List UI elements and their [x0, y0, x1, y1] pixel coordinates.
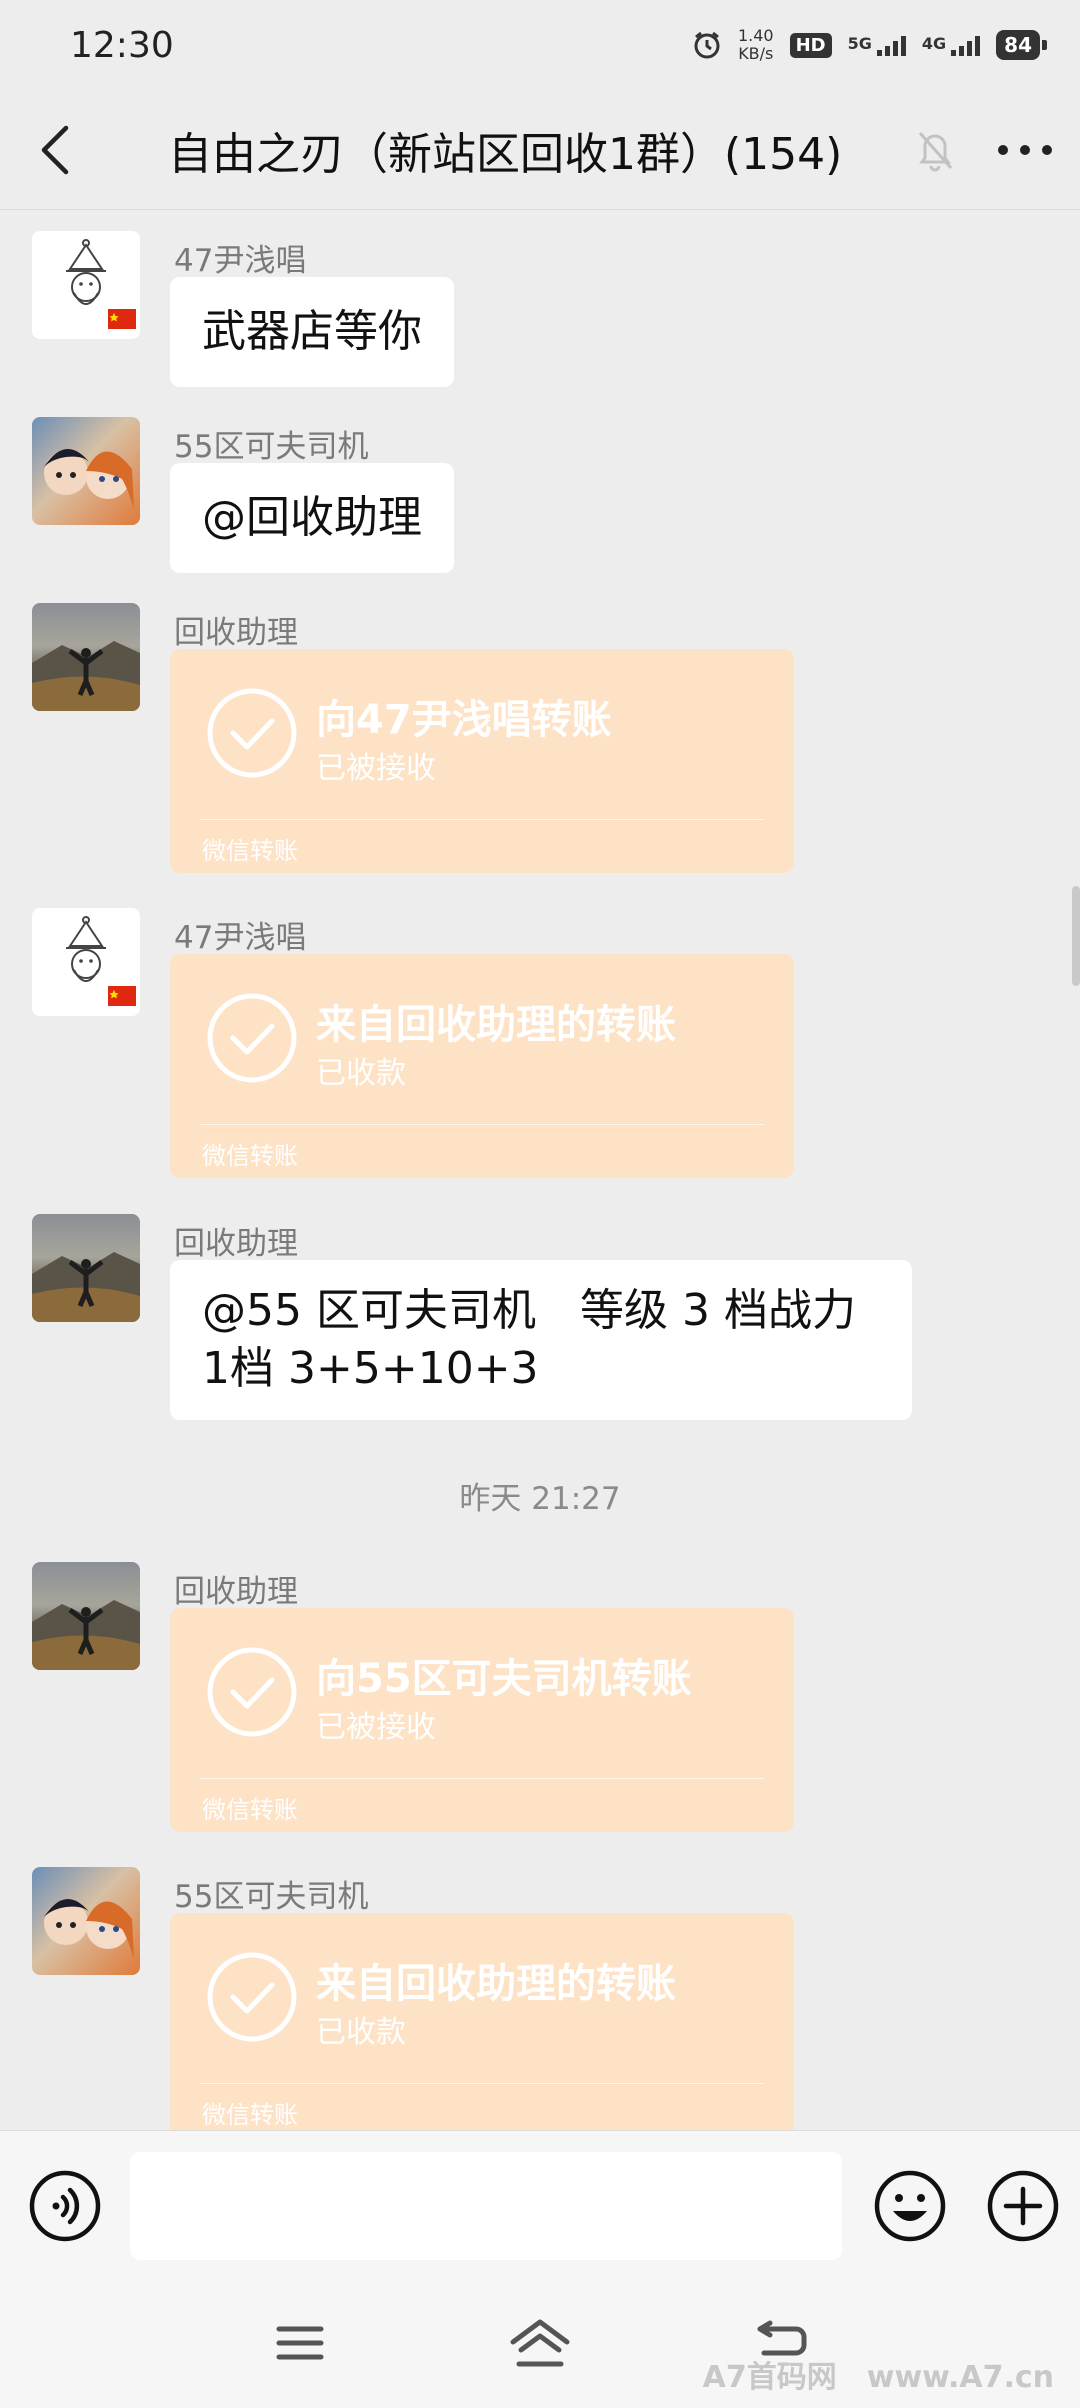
message-item: 47尹浅唱 来自回收助理的转账 已收款 微信转账 [0, 908, 1080, 1198]
text-bubble[interactable]: @55 区可夫司机 等级 3 档战力 1档 3+5+10+3 [170, 1260, 912, 1420]
message-text: @回收助理 [202, 492, 422, 543]
sender-name: 回收助理 [174, 1226, 298, 1262]
hd-badge: HD [789, 32, 832, 58]
transfer-status: 已收款 [316, 2015, 406, 2050]
system-nav-bar: A7首码网 www.A7.cn [0, 2280, 1080, 2408]
transfer-card[interactable]: 来自回收助理的转账 已收款 微信转账 [170, 954, 794, 1178]
emoji-icon [874, 2170, 946, 2241]
net-speed: 1.40 KB/s [737, 26, 774, 63]
mountain-person-avatar-icon [32, 1252, 140, 1322]
message-item: 55区可夫司机 @回收助理 [0, 417, 1080, 587]
status-bar: 12:30 1.40 KB/s HD 5G 4G 84 [0, 0, 1080, 90]
transfer-status: 已被接收 [316, 1710, 436, 1745]
transfer-status: 已被接收 [316, 751, 436, 786]
sender-name: 47尹浅唱 [174, 243, 307, 279]
sender-name: 55区可夫司机 [174, 429, 369, 465]
anime-avatar-icon [44, 1898, 134, 1959]
sender-name: 回收助理 [174, 615, 298, 651]
home-icon [510, 2319, 570, 2367]
text-bubble[interactable]: @回收助理 [170, 463, 454, 573]
divider [200, 2083, 764, 2084]
avatar[interactable] [32, 1214, 140, 1322]
status-time: 12:30 [70, 24, 174, 66]
transfer-card[interactable]: 来自回收助理的转账 已收款 微信转账 [170, 1913, 794, 2131]
more-dots-icon [998, 144, 1052, 155]
avatar[interactable] [32, 908, 140, 1016]
transfer-footer: 微信转账 [202, 1796, 298, 1824]
message-item: 回收助理 向55区可夫司机转账 已被接收 微信转账 [0, 1562, 1080, 1852]
anime-avatar-icon [44, 448, 134, 509]
alarm-icon [692, 30, 722, 60]
transfer-title: 来自回收助理的转账 [316, 1961, 676, 2007]
avatar[interactable] [32, 231, 140, 339]
check-circle-icon [207, 993, 297, 1083]
divider [200, 819, 764, 820]
sender-name: 47尹浅唱 [174, 920, 307, 956]
check-circle-icon [207, 688, 297, 778]
transfer-card[interactable]: 向47尹浅唱转账 已被接收 微信转账 [170, 649, 794, 873]
signal-4g-icon: 4G [922, 34, 981, 56]
voice-button[interactable] [0, 2169, 130, 2243]
transfer-footer: 微信转账 [202, 2101, 298, 2129]
text-bubble[interactable]: 武器店等你 [170, 277, 454, 387]
signal-5g-icon: 5G [848, 34, 906, 56]
menu-icon [276, 2326, 324, 2360]
transfer-footer: 微信转账 [202, 837, 298, 865]
battery-icon: 84 [996, 30, 1047, 60]
message-text: 武器店等你 [202, 306, 422, 357]
message-item: 55区可夫司机 来自回收助理的转账 已收款 微信转账 [0, 1867, 1080, 2131]
message-timestamp: 昨天 21:27 [459, 1481, 621, 1517]
more-button[interactable] [970, 144, 1080, 156]
transfer-status: 已收款 [316, 1056, 406, 1091]
watermark-text: A7首码网 www.A7.cn [702, 2360, 1054, 2395]
mountain-person-avatar-icon [32, 1600, 140, 1670]
back-arrow-icon [41, 125, 69, 174]
sender-name: 55区可夫司机 [174, 1879, 369, 1915]
check-circle-icon [207, 1952, 297, 2042]
transfer-title: 向47尹浅唱转账 [316, 697, 612, 743]
transfer-title: 向55区可夫司机转账 [316, 1656, 692, 1702]
transfer-title: 来自回收助理的转账 [316, 1002, 676, 1048]
plus-icon [987, 2170, 1059, 2241]
check-circle-icon [207, 1647, 297, 1737]
divider [200, 1778, 764, 1779]
chat-title: 自由之刃（新站区回收1群）(154) [168, 128, 843, 180]
plus-button[interactable] [978, 2169, 1068, 2243]
message-item: 47尹浅唱 武器店等你 [0, 231, 1080, 401]
santa-drawing-avatar-icon [66, 916, 136, 1006]
message-text-line: @55 区可夫司机 等级 3 档战力 [202, 1285, 856, 1336]
input-bar [0, 2130, 1080, 2280]
chat-message-list[interactable]: 47尹浅唱 武器店等你 55区可夫司机 @回收助理 回收助理 向47尹浅唱转账 … [0, 211, 1080, 2131]
message-input[interactable] [130, 2151, 842, 2260]
transfer-card[interactable]: 向55区可夫司机转账 已被接收 微信转账 [170, 1608, 794, 1832]
message-text-line: 1档 3+5+10+3 [202, 1343, 539, 1394]
avatar[interactable] [32, 1562, 140, 1670]
message-item: 回收助理 @55 区可夫司机 等级 3 档战力 1档 3+5+10+3 [0, 1214, 1080, 1444]
transfer-footer: 微信转账 [202, 1142, 298, 1170]
sender-name: 回收助理 [174, 1574, 298, 1610]
status-icons: 1.40 KB/s HD 5G 4G 84 [692, 26, 1047, 63]
emoji-button[interactable] [842, 2169, 978, 2243]
divider [200, 1124, 764, 1125]
bell-muted-icon [900, 128, 970, 172]
voice-icon [29, 2170, 101, 2241]
santa-drawing-avatar-icon [66, 239, 136, 329]
menu-button[interactable] [260, 2308, 340, 2378]
message-item: 回收助理 向47尹浅唱转账 已被接收 微信转账 [0, 603, 1080, 893]
back-button[interactable] [0, 90, 110, 210]
home-button[interactable] [500, 2308, 580, 2378]
avatar[interactable] [32, 1867, 140, 1975]
mountain-person-avatar-icon [32, 641, 140, 711]
scrollbar[interactable] [1072, 886, 1080, 986]
avatar[interactable] [32, 417, 140, 525]
avatar[interactable] [32, 603, 140, 711]
chat-header: 自由之刃（新站区回收1群）(154) [0, 90, 1080, 210]
